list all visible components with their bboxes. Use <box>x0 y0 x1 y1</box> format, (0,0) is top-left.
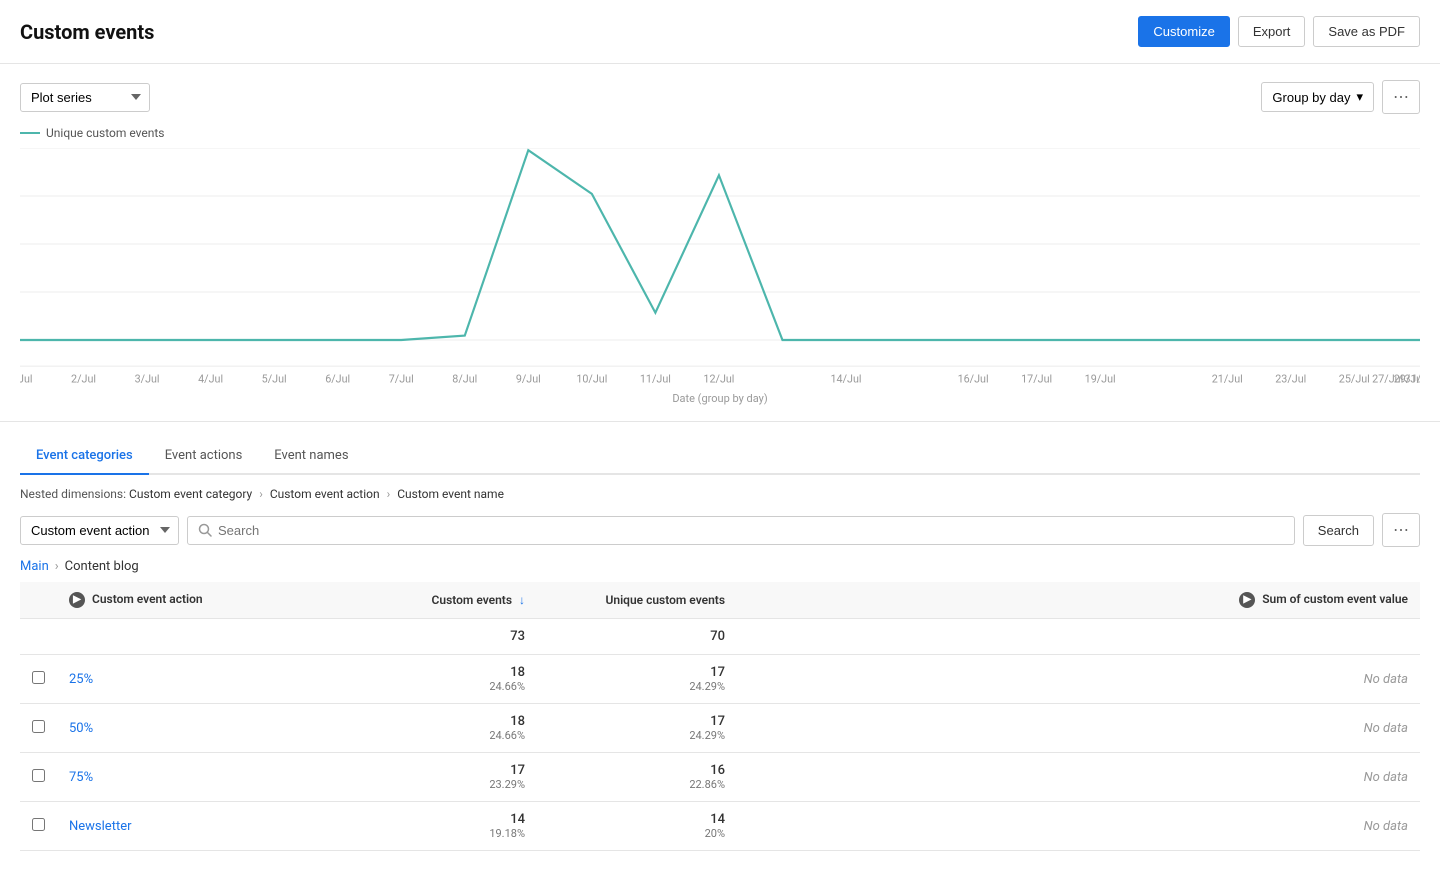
sort-arrow-icon: ↓ <box>519 593 525 607</box>
row-checkbox-2[interactable] <box>32 720 45 733</box>
dimension-dropdown[interactable]: Custom event action <box>20 516 179 545</box>
chart-more-button[interactable]: ⋯ <box>1382 80 1420 114</box>
search-icon <box>198 523 212 537</box>
save-pdf-button[interactable]: Save as PDF <box>1313 16 1420 47</box>
tabs: Event categories Event actions Event nam… <box>20 438 1420 475</box>
svg-text:5/Jul: 5/Jul <box>262 372 287 385</box>
svg-text:3/Jul: 3/Jul <box>135 372 160 385</box>
sum-col-icon: ▶ <box>1239 592 1255 608</box>
table-row: 50% 18 24.66% 17 24.29% No data <box>20 704 1420 753</box>
action-col-icon: ▶ <box>69 592 85 608</box>
filter-row: Custom event action Search ⋯ <box>20 513 1420 547</box>
table-header-row: ▶ Custom event action Custom events ↓ Un… <box>20 582 1420 619</box>
svg-text:11/Jul: 11/Jul <box>640 372 671 385</box>
tab-event-names[interactable]: Event names <box>258 438 364 475</box>
svg-text:6/Jul: 6/Jul <box>325 372 350 385</box>
svg-text:17/Jul: 17/Jul <box>1021 372 1052 385</box>
svg-text:19/Jul: 19/Jul <box>1085 372 1116 385</box>
chart-legend: Unique custom events <box>20 126 1420 140</box>
svg-text:8/Jul: 8/Jul <box>452 372 477 385</box>
chart-section: Plot series Group by day ▾ ⋯ Unique cust… <box>0 64 1440 422</box>
chart-svg: 1/Jul 2/Jul 3/Jul 4/Jul 5/Jul 6/Jul 7/Ju… <box>20 148 1420 388</box>
svg-text:21/Jul: 21/Jul <box>1212 372 1243 385</box>
tab-event-actions[interactable]: Event actions <box>149 438 259 475</box>
col-header-checkbox <box>20 582 57 619</box>
group-by-label: Group by day <box>1272 90 1350 105</box>
total-events: 73 <box>349 629 525 644</box>
search-box <box>187 516 1295 545</box>
legend-line-icon <box>20 132 40 134</box>
svg-text:4/Jul: 4/Jul <box>198 372 223 385</box>
total-unique: 70 <box>549 629 725 644</box>
row-checkbox-1[interactable] <box>32 671 45 684</box>
breadcrumb-current: Content blog <box>65 559 139 574</box>
table-row-total: 73 70 <box>20 619 1420 655</box>
page-header: Custom events Customize Export Save as P… <box>0 0 1440 64</box>
chart-controls: Plot series Group by day ▾ ⋯ <box>20 80 1420 114</box>
chart-wrapper: 24 18 12 6 0 1/Jul 2/Jul 3 <box>20 148 1420 405</box>
breadcrumb-separator: › <box>55 559 59 574</box>
search-input[interactable] <box>218 523 1284 538</box>
search-button[interactable]: Search <box>1303 515 1374 546</box>
row-action-link-2[interactable]: 50% <box>69 721 93 736</box>
header-actions: Customize Export Save as PDF <box>1138 16 1420 47</box>
chart-right-controls: Group by day ▾ ⋯ <box>1261 80 1420 114</box>
table-more-button[interactable]: ⋯ <box>1382 513 1420 547</box>
data-table: ▶ Custom event action Custom events ↓ Un… <box>20 582 1420 851</box>
table-row: 75% 17 23.29% 16 22.86% No data <box>20 753 1420 802</box>
table-section: Event categories Event actions Event nam… <box>0 422 1440 867</box>
svg-text:23/Jul: 23/Jul <box>1275 372 1306 385</box>
svg-text:31/Jul: 31/Jul <box>1404 372 1420 385</box>
svg-text:16/Jul: 16/Jul <box>958 372 989 385</box>
svg-text:7/Jul: 7/Jul <box>389 372 414 385</box>
row-action-link-3[interactable]: 75% <box>69 770 93 785</box>
export-button[interactable]: Export <box>1238 16 1306 47</box>
nested-dimensions: Nested dimensions: Custom event category… <box>20 487 1420 501</box>
row-action-link-1[interactable]: 25% <box>69 672 93 687</box>
svg-text:25/Jul: 25/Jul <box>1339 372 1370 385</box>
svg-text:1/Jul: 1/Jul <box>20 372 32 385</box>
table-row: 25% 18 24.66% 17 24.29% No data <box>20 655 1420 704</box>
col-header-events[interactable]: Custom events ↓ <box>337 582 537 619</box>
group-by-button[interactable]: Group by day ▾ <box>1261 82 1374 112</box>
row-checkbox-4[interactable] <box>32 818 45 831</box>
legend-label: Unique custom events <box>46 126 164 140</box>
row-checkbox-3[interactable] <box>32 769 45 782</box>
breadcrumb-main[interactable]: Main <box>20 559 49 574</box>
svg-text:14/Jul: 14/Jul <box>830 372 861 385</box>
svg-text:2/Jul: 2/Jul <box>71 372 96 385</box>
svg-text:10/Jul: 10/Jul <box>576 372 607 385</box>
col-header-unique: Unique custom events <box>537 582 737 619</box>
chevron-down-icon: ▾ <box>1356 89 1363 105</box>
customize-button[interactable]: Customize <box>1138 16 1229 47</box>
col-header-action: ▶ Custom event action <box>57 582 337 619</box>
row-action-link-4[interactable]: Newsletter <box>69 819 132 834</box>
tab-event-categories[interactable]: Event categories <box>20 438 149 475</box>
svg-text:12/Jul: 12/Jul <box>703 372 734 385</box>
col-header-sum: ▶ Sum of custom event value <box>737 582 1420 619</box>
table-row: Newsletter 14 19.18% 14 20% No data <box>20 802 1420 851</box>
breadcrumb: Main › Content blog <box>20 559 1420 574</box>
x-axis-title: Date (group by day) <box>20 392 1420 405</box>
svg-text:9/Jul: 9/Jul <box>516 372 541 385</box>
plot-series-dropdown[interactable]: Plot series <box>20 83 150 112</box>
page-title: Custom events <box>20 20 154 44</box>
